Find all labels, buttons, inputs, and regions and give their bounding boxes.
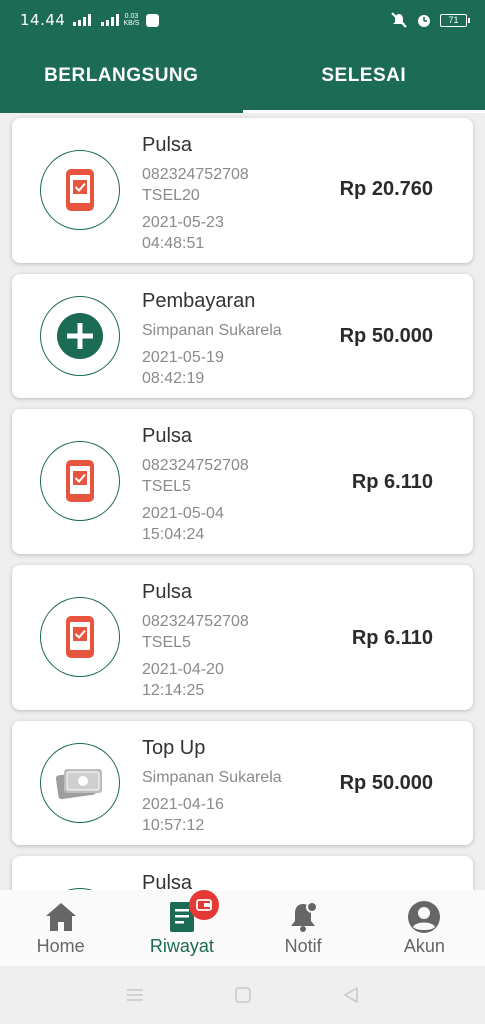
phone-check-icon [66,616,94,658]
transaction-title: Top Up [142,737,206,759]
nav-label: Akun [403,936,445,956]
transaction-time: 15:04:24 [142,526,205,543]
alarm-icon [418,15,430,27]
home-icon [45,903,76,931]
transaction-product: TSEL5 [142,634,191,651]
transaction-title: Pulsa [142,134,193,156]
plus-circle-icon [57,313,103,359]
phone-check-icon [66,460,94,502]
nav-label: Notif [284,936,322,956]
bell-icon [291,901,319,932]
transaction-date: 2021-05-23 [142,214,224,231]
transaction-description: Simpanan Sukarela [142,769,282,786]
transaction-amount: Rp 6.110 [351,471,433,493]
transaction-card[interactable]: Pembayaran Simpanan Sukarela 2021-05-19 … [12,274,473,398]
status-time: 14.44 [20,11,66,29]
nav-riwayat[interactable]: Riwayat [121,890,242,966]
recent-apps-icon[interactable] [126,987,144,1003]
transaction-amount: Rp 20.760 [339,178,433,200]
tab-bar: BERLANGSUNG SELESAI [0,40,485,113]
transaction-title: Pulsa [142,581,193,603]
transaction-icon-wrapper [40,597,120,677]
transaction-info: Pulsa 082324752708 TSEL20 2021-05-23 04:… [142,134,249,254]
status-bar: 14.44 0.03 KB/S 71 [0,0,485,40]
transaction-phone: 082324752708 [142,166,249,183]
transaction-icon-wrapper [40,296,120,376]
money-icon [55,769,102,800]
network-speed: 0.03 KB/S [123,13,140,27]
transaction-title: Pembayaran [142,290,256,312]
notification-app-icon [146,13,160,27]
transaction-icon-wrapper [40,441,120,521]
transaction-description: Simpanan Sukarela [142,322,282,339]
transaction-title: Pulsa [142,425,193,447]
bottom-navigation: Home Riwayat Notif Akun [0,890,485,966]
transaction-amount: Rp 50.000 [339,325,433,347]
transaction-card[interactable]: Pulsa 082324752708 TSEL5 2021-05-04 15:0… [12,409,473,554]
home-system-icon[interactable] [234,986,252,1004]
nav-home[interactable]: Home [0,890,121,966]
transaction-card[interactable]: Top Up Simpanan Sukarela 2021-04-16 10:5… [12,721,473,845]
signal-4g-icon [101,14,120,26]
transaction-icon-wrapper [40,743,120,823]
transaction-info: Top Up Simpanan Sukarela 2021-04-16 10:5… [142,737,282,836]
transaction-info: Pulsa 082324752708 TSEL5 2021-04-20 12:1… [142,581,249,701]
nav-label: Riwayat [149,936,214,956]
transaction-card[interactable]: Pulsa 082324752708 TSEL5 2021-04-20 12:1… [12,565,473,710]
transaction-amount: Rp 6.110 [351,627,433,649]
phone-check-icon [66,169,94,211]
tab-selesai[interactable]: SELESAI [242,40,485,113]
back-icon[interactable] [342,986,360,1004]
transaction-card[interactable]: Pulsa [12,856,473,890]
transaction-product: TSEL20 [142,187,200,204]
transaction-product: TSEL5 [142,478,191,495]
transaction-list[interactable]: Pulsa 082324752708 TSEL20 2021-05-23 04:… [0,113,485,890]
nav-notif[interactable]: Notif [243,890,364,966]
transaction-time: 10:57:12 [142,817,205,834]
transaction-date: 2021-04-16 [142,796,224,813]
transaction-date: 2021-04-20 [142,661,224,678]
transaction-info: Pembayaran Simpanan Sukarela 2021-05-19 … [142,290,282,389]
account-icon [408,901,441,933]
transaction-amount: Rp 50.000 [339,772,433,794]
mute-icon [391,12,407,28]
transaction-date: 2021-05-04 [142,505,224,522]
transaction-time: 04:48:51 [142,235,205,252]
tab-berlangsung[interactable]: BERLANGSUNG [0,40,243,113]
system-navigation [0,966,485,1024]
transaction-icon-wrapper [40,150,120,230]
wallet-badge-icon [189,890,220,920]
transaction-title: Pulsa [142,872,193,890]
nav-akun[interactable]: Akun [364,890,485,966]
nav-label: Home [36,936,85,956]
transaction-phone: 082324752708 [142,613,249,630]
transaction-card[interactable]: Pulsa 082324752708 TSEL20 2021-05-23 04:… [12,118,473,263]
battery-icon: 71 [440,13,470,27]
transaction-info: Pulsa 082324752708 TSEL5 2021-05-04 15:0… [142,425,249,545]
transaction-phone: 082324752708 [142,457,249,474]
signal-icon [73,14,92,26]
transaction-info: Pulsa [142,872,192,890]
transaction-time: 12:14:25 [142,682,205,699]
transaction-date: 2021-05-19 [142,349,224,366]
transaction-time: 08:42:19 [142,370,205,387]
